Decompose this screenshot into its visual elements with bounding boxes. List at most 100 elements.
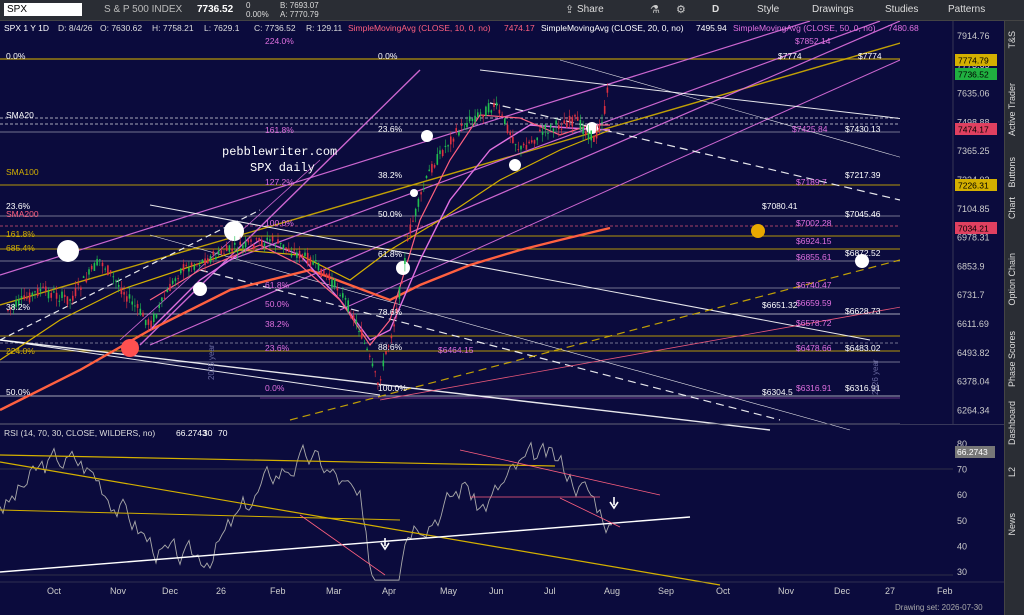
candle-body [169,283,171,292]
time-tick-label: Apr [382,586,396,596]
last-price: 7736.52 [197,4,234,15]
fib-label: 50.0% [265,299,290,309]
candle-body [239,241,241,246]
candle-body [323,270,325,275]
time-tick-label: Aug [604,586,620,596]
time-tick-label: Feb [270,586,286,596]
side-tab-dashboard[interactable]: Dashboard [1007,401,1023,445]
rsi-tick-label: 40 [957,541,967,551]
candle-body [522,143,525,146]
style-button[interactable]: Style [757,4,779,15]
side-tab-news[interactable]: News [1007,513,1023,536]
price-tick-label: 7914.76 [957,31,990,41]
candle-body [585,131,587,135]
candle-body [336,287,339,291]
side-tab-phase-scores[interactable]: Phase Scores [1007,331,1023,387]
candle-body [463,128,466,130]
candle-body [552,128,555,132]
level-label: $6483.02 [845,343,881,353]
candle-body [269,239,271,242]
share-icon[interactable]: ⇪ [565,3,574,16]
status-text: Drawing set: 2026-07-30 [895,603,983,612]
candle-body [228,245,231,252]
price-tick-label: 6731.7 [957,290,985,300]
price-chart[interactable]: 224.0% 0.0% 0.0% 161.8% 23.6% 38.2% 127.2% 23.6… [0,21,1004,615]
candle-body [282,244,285,250]
candle-body [209,255,212,263]
pivot-marker [121,339,139,357]
candle-body [533,140,536,144]
price-tick-label: 7104.85 [957,204,990,214]
sma20-label: SimpleMovingAvg (CLOSE, 20, 0, no) [541,23,684,33]
candle-body [371,363,374,367]
candle-body [190,262,193,267]
candle-body [423,188,425,190]
candle-body [509,132,511,136]
candle-body [271,236,274,242]
candle-body [188,267,190,272]
watermark-caption: SPX daily [250,161,315,175]
level-label: $7774 [778,51,802,61]
candle-body [301,254,304,258]
candle-body [536,137,538,141]
header-close: C: 7736.52 [254,23,296,33]
candle-body [363,342,366,344]
drawings-button[interactable]: Drawings [812,4,854,15]
candle-body [504,118,506,125]
candle-body [128,294,131,299]
candle-body [428,169,430,172]
sma-label: SMA100 [6,167,39,177]
gear-icon[interactable]: ⚙ [676,3,686,16]
studies-button[interactable]: Studies [885,4,918,15]
price-tick-label: 6978.31 [957,233,990,243]
level-label: $7852.14 [795,36,831,46]
price-tick-label: 6378.04 [957,377,990,387]
level-label: $7002.28 [796,218,832,228]
candle-body [401,282,403,284]
candle-body [493,103,495,108]
candle-body [379,379,382,381]
candle-body [72,295,74,301]
fib-label: 100.0% [378,383,407,393]
side-tab-t-s[interactable]: T&S [1007,31,1023,49]
side-tab-bar: T&S Active Trader Buttons Chart Option Chain… [1004,21,1024,615]
time-tick-label: Jul [544,586,556,596]
price-badge-label: 7226.31 [958,181,989,191]
candle-body [436,154,439,165]
candle-body [447,145,449,147]
symbol-input[interactable]: SPX [4,3,82,16]
side-tab-buttons[interactable]: Buttons [1007,157,1023,188]
candle-body [315,259,317,262]
candle-body [498,109,501,114]
candle-body [201,259,204,263]
candle-body [244,241,247,248]
candle-body [455,128,457,132]
candle-body [63,294,66,297]
bid-price: B: 7693.07 [280,1,319,10]
timeframe-button[interactable]: D [712,4,719,15]
candle-body [404,257,406,265]
candle-body [571,117,574,127]
candle-body [180,268,182,274]
flask-icon[interactable]: ⚗ [650,3,660,16]
candle-body [50,292,52,298]
candle-body [482,114,484,118]
side-tab-chart[interactable]: Chart [1007,197,1023,219]
side-tab-active-trader[interactable]: Active Trader [1007,83,1023,136]
level-label: $6478.66 [796,343,832,353]
candle-body [374,371,376,373]
candle-body [420,192,422,195]
candle-body [115,280,117,282]
share-button[interactable]: Share [577,4,604,15]
year-label: 2025 year [207,344,216,380]
side-tab-l2[interactable]: L2 [1007,467,1023,477]
side-tab-option-chain[interactable]: Option Chain [1007,253,1023,306]
patterns-button[interactable]: Patterns [948,4,985,15]
candle-body [539,129,541,132]
candle-body [406,239,409,241]
top-toolbar: SPX S & P 500 INDEX 7736.52 0 0.00% B: 7… [0,0,1024,21]
candle-body [306,252,309,265]
level-label: $6855.61 [796,252,832,262]
candle-body [393,324,395,327]
candle-body [412,220,414,222]
